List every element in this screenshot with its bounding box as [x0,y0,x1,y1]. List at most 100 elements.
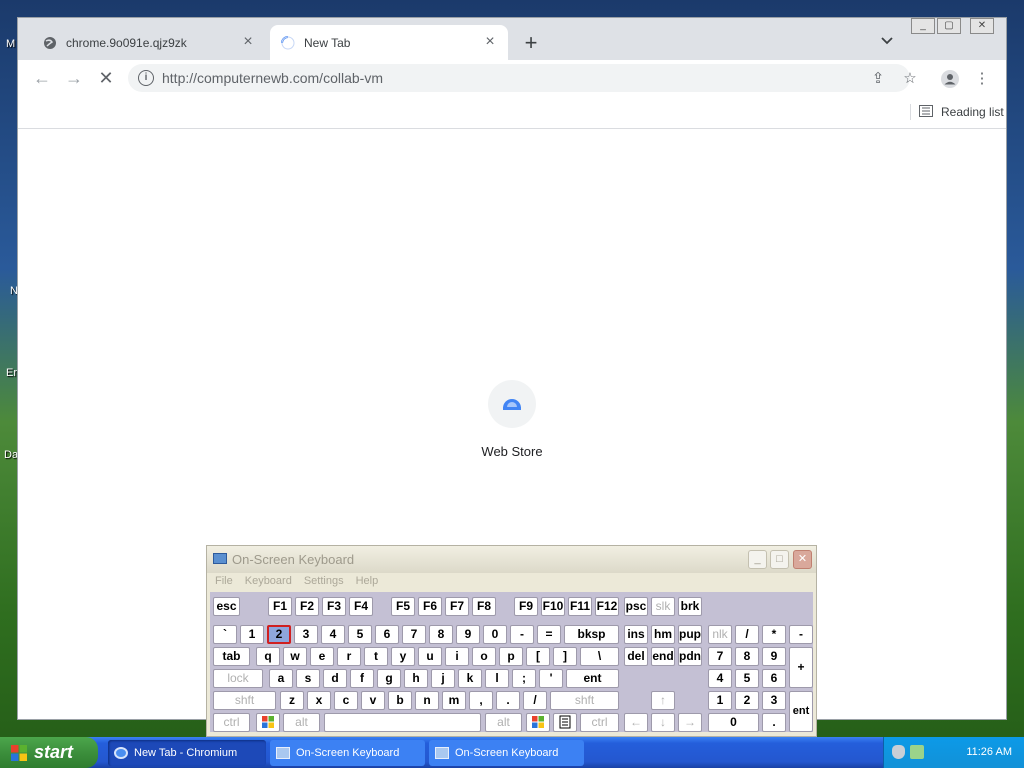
close-tab-icon[interactable]: × [240,34,256,50]
key-6[interactable]: 6 [375,625,399,644]
key-arrow-down[interactable]: ↓ [651,713,675,732]
key-left-windows[interactable] [256,713,280,732]
key-slash[interactable]: / [523,691,547,710]
reading-list-button[interactable]: Reading list [910,104,1004,120]
key-period[interactable]: . [496,691,520,710]
key-f4[interactable]: F4 [349,597,373,616]
key-d[interactable]: d [323,669,347,688]
key-f6[interactable]: F6 [418,597,442,616]
key-num-2[interactable]: 2 [735,691,759,710]
key-num-6[interactable]: 6 [762,669,786,688]
key-e[interactable]: e [310,647,334,666]
web-store-label[interactable]: Web Store [462,444,562,459]
key-right-alt[interactable]: alt [485,713,522,732]
key-slk[interactable]: slk [651,597,675,616]
key-esc[interactable]: esc [213,597,240,616]
tab-active[interactable]: New Tab × [270,25,508,60]
key-right-windows[interactable] [526,713,550,732]
key-9[interactable]: 9 [456,625,480,644]
key-num-3[interactable]: 3 [762,691,786,710]
key-pdn[interactable]: pdn [678,647,702,666]
key-pup[interactable]: pup [678,625,702,644]
key-num-5[interactable]: 5 [735,669,759,688]
key-tab[interactable]: tab [213,647,250,666]
key-num-4[interactable]: 4 [708,669,732,688]
menu-help[interactable]: Help [356,575,379,587]
key-a[interactable]: a [269,669,293,688]
minimize-button[interactable]: _ [911,18,935,34]
address-bar[interactable]: i http://computernewb.com/collab-vm [128,64,910,92]
key-ins[interactable]: ins [624,625,648,644]
key-t[interactable]: t [364,647,388,666]
key-num-multiply[interactable]: * [762,625,786,644]
key-h[interactable]: h [404,669,428,688]
address-url[interactable]: http://computernewb.com/collab-vm [162,70,383,86]
key-num-8[interactable]: 8 [735,647,759,666]
key-4[interactable]: 4 [321,625,345,644]
key-f12[interactable]: F12 [595,597,619,616]
key-k[interactable]: k [458,669,482,688]
key-f7[interactable]: F7 [445,597,469,616]
key-hm[interactable]: hm [651,625,675,644]
key-minus[interactable]: - [510,625,534,644]
key-caps-lock[interactable]: lock [213,669,263,688]
desktop-icon-label[interactable]: Da [4,449,18,461]
key-f9[interactable]: F9 [514,597,538,616]
menu-keyboard[interactable]: Keyboard [245,575,292,587]
key-j[interactable]: j [431,669,455,688]
key-num-divide[interactable]: / [735,625,759,644]
key-right-shift[interactable]: shft [550,691,619,710]
key-space[interactable] [324,713,481,732]
menu-file[interactable]: File [215,575,233,587]
restore-button[interactable]: ▢ [937,18,961,34]
web-store-shortcut[interactable] [488,380,536,428]
close-tab-icon[interactable]: × [482,34,498,50]
key-i[interactable]: i [445,647,469,666]
key-f8[interactable]: F8 [472,597,496,616]
key-backslash[interactable]: \ [580,647,619,666]
key-b[interactable]: b [388,691,412,710]
key-7[interactable]: 7 [402,625,426,644]
key-right-ctrl[interactable]: ctrl [580,713,619,732]
site-info-icon[interactable]: i [138,70,154,86]
key-arrow-right[interactable]: → [678,713,702,732]
key-u[interactable]: u [418,647,442,666]
desktop-icon-label[interactable]: M [6,38,15,50]
new-tab-button[interactable]: + [521,32,541,54]
bookmark-star-icon[interactable]: ☆ [901,70,919,88]
menu-settings[interactable]: Settings [304,575,344,587]
key-o[interactable]: o [472,647,496,666]
key-del[interactable]: del [624,647,648,666]
key-num-minus[interactable]: - [789,625,813,644]
key-brk[interactable]: brk [678,597,702,616]
osk-minimize-button[interactable]: _ [748,550,767,569]
key-f11[interactable]: F11 [568,597,592,616]
desktop-icon-label[interactable]: Er [6,367,17,379]
key-c[interactable]: c [334,691,358,710]
key-arrow-left[interactable]: ← [624,713,648,732]
start-button[interactable]: start [0,737,98,768]
key-y[interactable]: y [391,647,415,666]
key-backspace[interactable]: bksp [564,625,619,644]
key-q[interactable]: q [256,647,280,666]
back-button[interactable]: ← [32,68,52,88]
key-z[interactable]: z [280,691,304,710]
key-left-shift[interactable]: shft [213,691,276,710]
key-5[interactable]: 5 [348,625,372,644]
key-backtick[interactable]: ` [213,625,237,644]
key-s[interactable]: s [296,669,320,688]
menu-kebab-icon[interactable]: ⋮ [973,70,991,88]
key-8[interactable]: 8 [429,625,453,644]
forward-button[interactable]: → [64,68,84,88]
key-f10[interactable]: F10 [541,597,565,616]
key-f1[interactable]: F1 [268,597,292,616]
key-left-alt[interactable]: alt [283,713,320,732]
key-n[interactable]: n [415,691,439,710]
clock[interactable]: 11:26 AM [966,746,1012,758]
taskbar-item-osk-1[interactable]: On-Screen Keyboard [270,740,425,766]
key-1[interactable]: 1 [240,625,264,644]
key-l[interactable]: l [485,669,509,688]
key-g[interactable]: g [377,669,401,688]
key-f5[interactable]: F5 [391,597,415,616]
key-left-ctrl[interactable]: ctrl [213,713,250,732]
